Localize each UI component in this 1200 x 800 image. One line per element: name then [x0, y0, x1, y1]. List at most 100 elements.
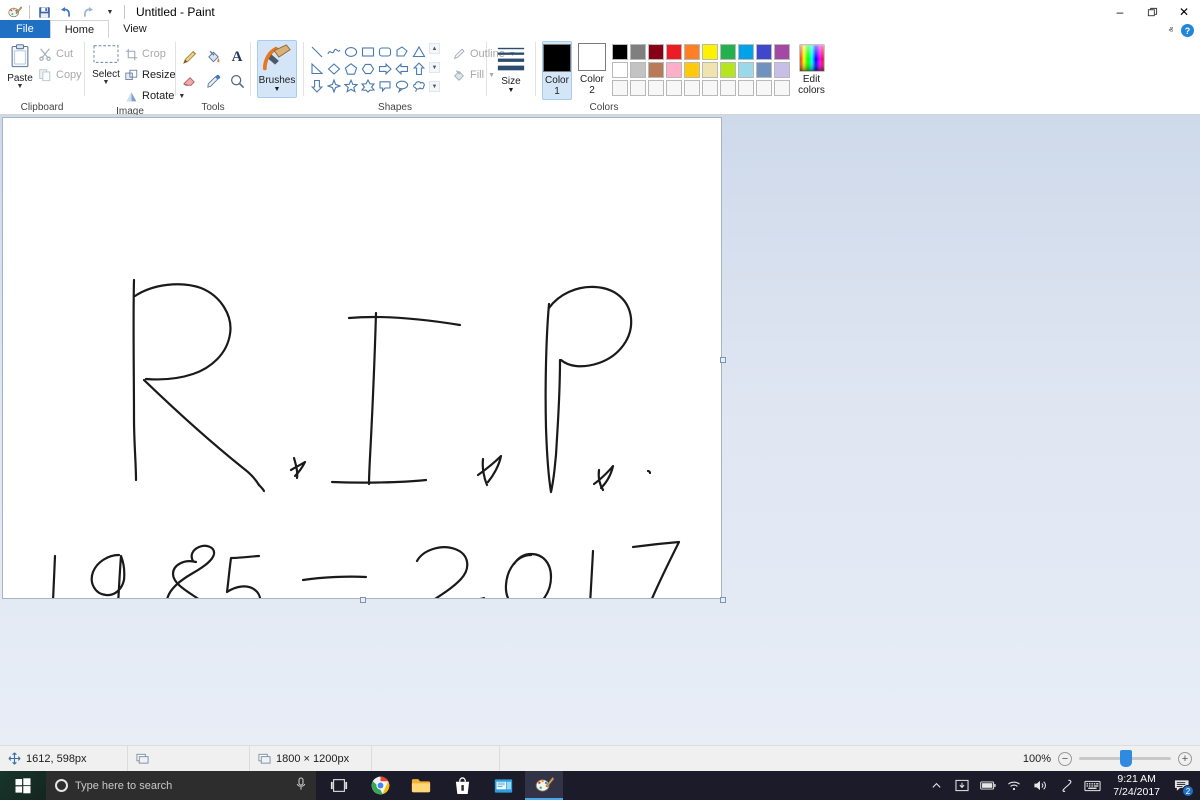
color-picker-tool-button[interactable]	[201, 69, 225, 93]
battery-icon[interactable]	[975, 771, 1001, 800]
palette-swatch[interactable]	[756, 62, 772, 78]
palette-swatch[interactable]	[702, 62, 718, 78]
palette-swatch[interactable]	[684, 62, 700, 78]
cut-button[interactable]: Cut	[34, 44, 86, 64]
tab-home[interactable]: Home	[49, 20, 110, 38]
show-hidden-icons[interactable]	[923, 771, 949, 800]
fill-with-color-tool-button[interactable]	[201, 45, 225, 69]
palette-swatch[interactable]	[630, 44, 646, 60]
zoom-slider-track[interactable]	[1079, 750, 1171, 767]
zoom-out-button[interactable]: −	[1058, 751, 1072, 766]
paint-taskbar-icon[interactable]	[525, 771, 563, 800]
palette-swatch[interactable]	[666, 44, 682, 60]
shape-right-triangle[interactable]	[308, 60, 325, 77]
shape-polygon[interactable]	[393, 43, 410, 60]
paste-caret-icon[interactable]: ▼	[17, 83, 24, 90]
canvas-resize-handle-right-center[interactable]	[720, 357, 726, 363]
canvas-resize-handle-bottom-center[interactable]	[360, 597, 366, 603]
file-explorer-icon[interactable]	[402, 771, 440, 800]
palette-swatch[interactable]	[720, 62, 736, 78]
palette-swatch[interactable]	[684, 44, 700, 60]
palette-swatch-empty[interactable]	[702, 80, 718, 96]
palette-swatch-empty[interactable]	[666, 80, 682, 96]
volume-icon[interactable]	[1027, 771, 1053, 800]
palette-swatch-empty[interactable]	[630, 80, 646, 96]
palette-swatch-empty[interactable]	[648, 80, 664, 96]
palette-swatch-empty[interactable]	[738, 80, 754, 96]
brushes-caret-icon[interactable]: ▼	[274, 86, 281, 93]
palette-swatch[interactable]	[666, 62, 682, 78]
text-tool-button[interactable]: A	[225, 45, 249, 69]
taskbar-clock[interactable]: 9:21 AM 7/24/2017	[1105, 773, 1168, 799]
chrome-icon[interactable]	[361, 771, 399, 800]
canvas-resize-handle-bottom-right[interactable]	[720, 597, 726, 603]
palette-swatch[interactable]	[648, 44, 664, 60]
zoom-slider-thumb[interactable]	[1120, 750, 1132, 767]
color2-button[interactable]: Color 2	[578, 41, 606, 96]
help-icon[interactable]: ?	[1181, 24, 1194, 37]
size-caret-icon[interactable]: ▼	[508, 87, 515, 94]
tab-view[interactable]: View	[109, 20, 161, 38]
palette-swatch[interactable]	[720, 44, 736, 60]
paste-button[interactable]: Paste ▼	[6, 41, 34, 90]
size-button[interactable]: Size ▼	[493, 41, 529, 94]
zoom-in-button[interactable]: +	[1178, 751, 1192, 766]
shapes-scroll-up-icon[interactable]: ▲	[429, 43, 440, 54]
palette-swatch[interactable]	[756, 44, 772, 60]
color1-button[interactable]: Color 1	[542, 41, 572, 100]
eraser-tool-button[interactable]	[177, 69, 201, 93]
shape-oval[interactable]	[342, 43, 359, 60]
onedrive-icon[interactable]	[949, 771, 975, 800]
microsoft-store-icon[interactable]	[443, 771, 481, 800]
windows-ink-pen-icon[interactable]	[1053, 771, 1079, 800]
shape-rounded-rectangle[interactable]	[376, 43, 393, 60]
copy-button[interactable]: Copy	[34, 65, 86, 85]
start-button[interactable]	[0, 771, 46, 800]
action-center-button[interactable]: 2	[1168, 771, 1196, 800]
wifi-icon[interactable]	[1001, 771, 1027, 800]
shape-line[interactable]	[308, 43, 325, 60]
shape-triangle[interactable]	[410, 43, 427, 60]
shape-up-arrow[interactable]	[410, 60, 427, 77]
shape-oval-callout[interactable]	[393, 77, 410, 94]
edit-colors-button[interactable]: Edit colors	[797, 41, 826, 96]
shape-rectangle[interactable]	[359, 43, 376, 60]
palette-swatch[interactable]	[648, 62, 664, 78]
pencil-tool-button[interactable]	[177, 45, 201, 69]
palette-swatch[interactable]	[738, 44, 754, 60]
work-area[interactable]	[0, 115, 1200, 745]
palette-swatch[interactable]	[612, 62, 628, 78]
shape-curve[interactable]	[325, 43, 342, 60]
palette-swatch-empty[interactable]	[756, 80, 772, 96]
shape-pentagon[interactable]	[342, 60, 359, 77]
task-view-icon[interactable]	[320, 771, 358, 800]
shape-rounded-callout[interactable]	[376, 77, 393, 94]
tab-file[interactable]: File	[0, 20, 50, 38]
brushes-button[interactable]: Brushes ▼	[257, 40, 297, 98]
shape-five-point-star[interactable]	[342, 77, 359, 94]
select-button[interactable]: Select ▼	[91, 41, 121, 86]
microphone-icon[interactable]	[295, 777, 307, 794]
palette-swatch[interactable]	[774, 44, 790, 60]
palette-swatch[interactable]	[702, 44, 718, 60]
shape-right-arrow[interactable]	[376, 60, 393, 77]
palette-swatch[interactable]	[774, 62, 790, 78]
drawing-canvas[interactable]	[2, 117, 722, 599]
shape-cloud-callout[interactable]	[410, 77, 427, 94]
shape-down-arrow[interactable]	[308, 77, 325, 94]
palette-swatch[interactable]	[612, 44, 628, 60]
shapes-expand-icon[interactable]: ▼	[429, 81, 440, 92]
shapes-scroll-down-icon[interactable]: ▼	[429, 62, 440, 73]
select-caret-icon[interactable]: ▼	[103, 79, 110, 86]
palette-swatch-empty[interactable]	[720, 80, 736, 96]
palette-swatch-empty[interactable]	[684, 80, 700, 96]
shape-diamond[interactable]	[325, 60, 342, 77]
shape-hexagon[interactable]	[359, 60, 376, 77]
collapse-ribbon-icon[interactable]: ⱏ	[1169, 25, 1173, 36]
palette-swatch[interactable]	[630, 62, 646, 78]
palette-swatch[interactable]	[738, 62, 754, 78]
shape-four-point-star[interactable]	[325, 77, 342, 94]
magnifier-tool-button[interactable]	[225, 69, 249, 93]
palette-swatch-empty[interactable]	[774, 80, 790, 96]
mail-icon[interactable]	[484, 771, 522, 800]
